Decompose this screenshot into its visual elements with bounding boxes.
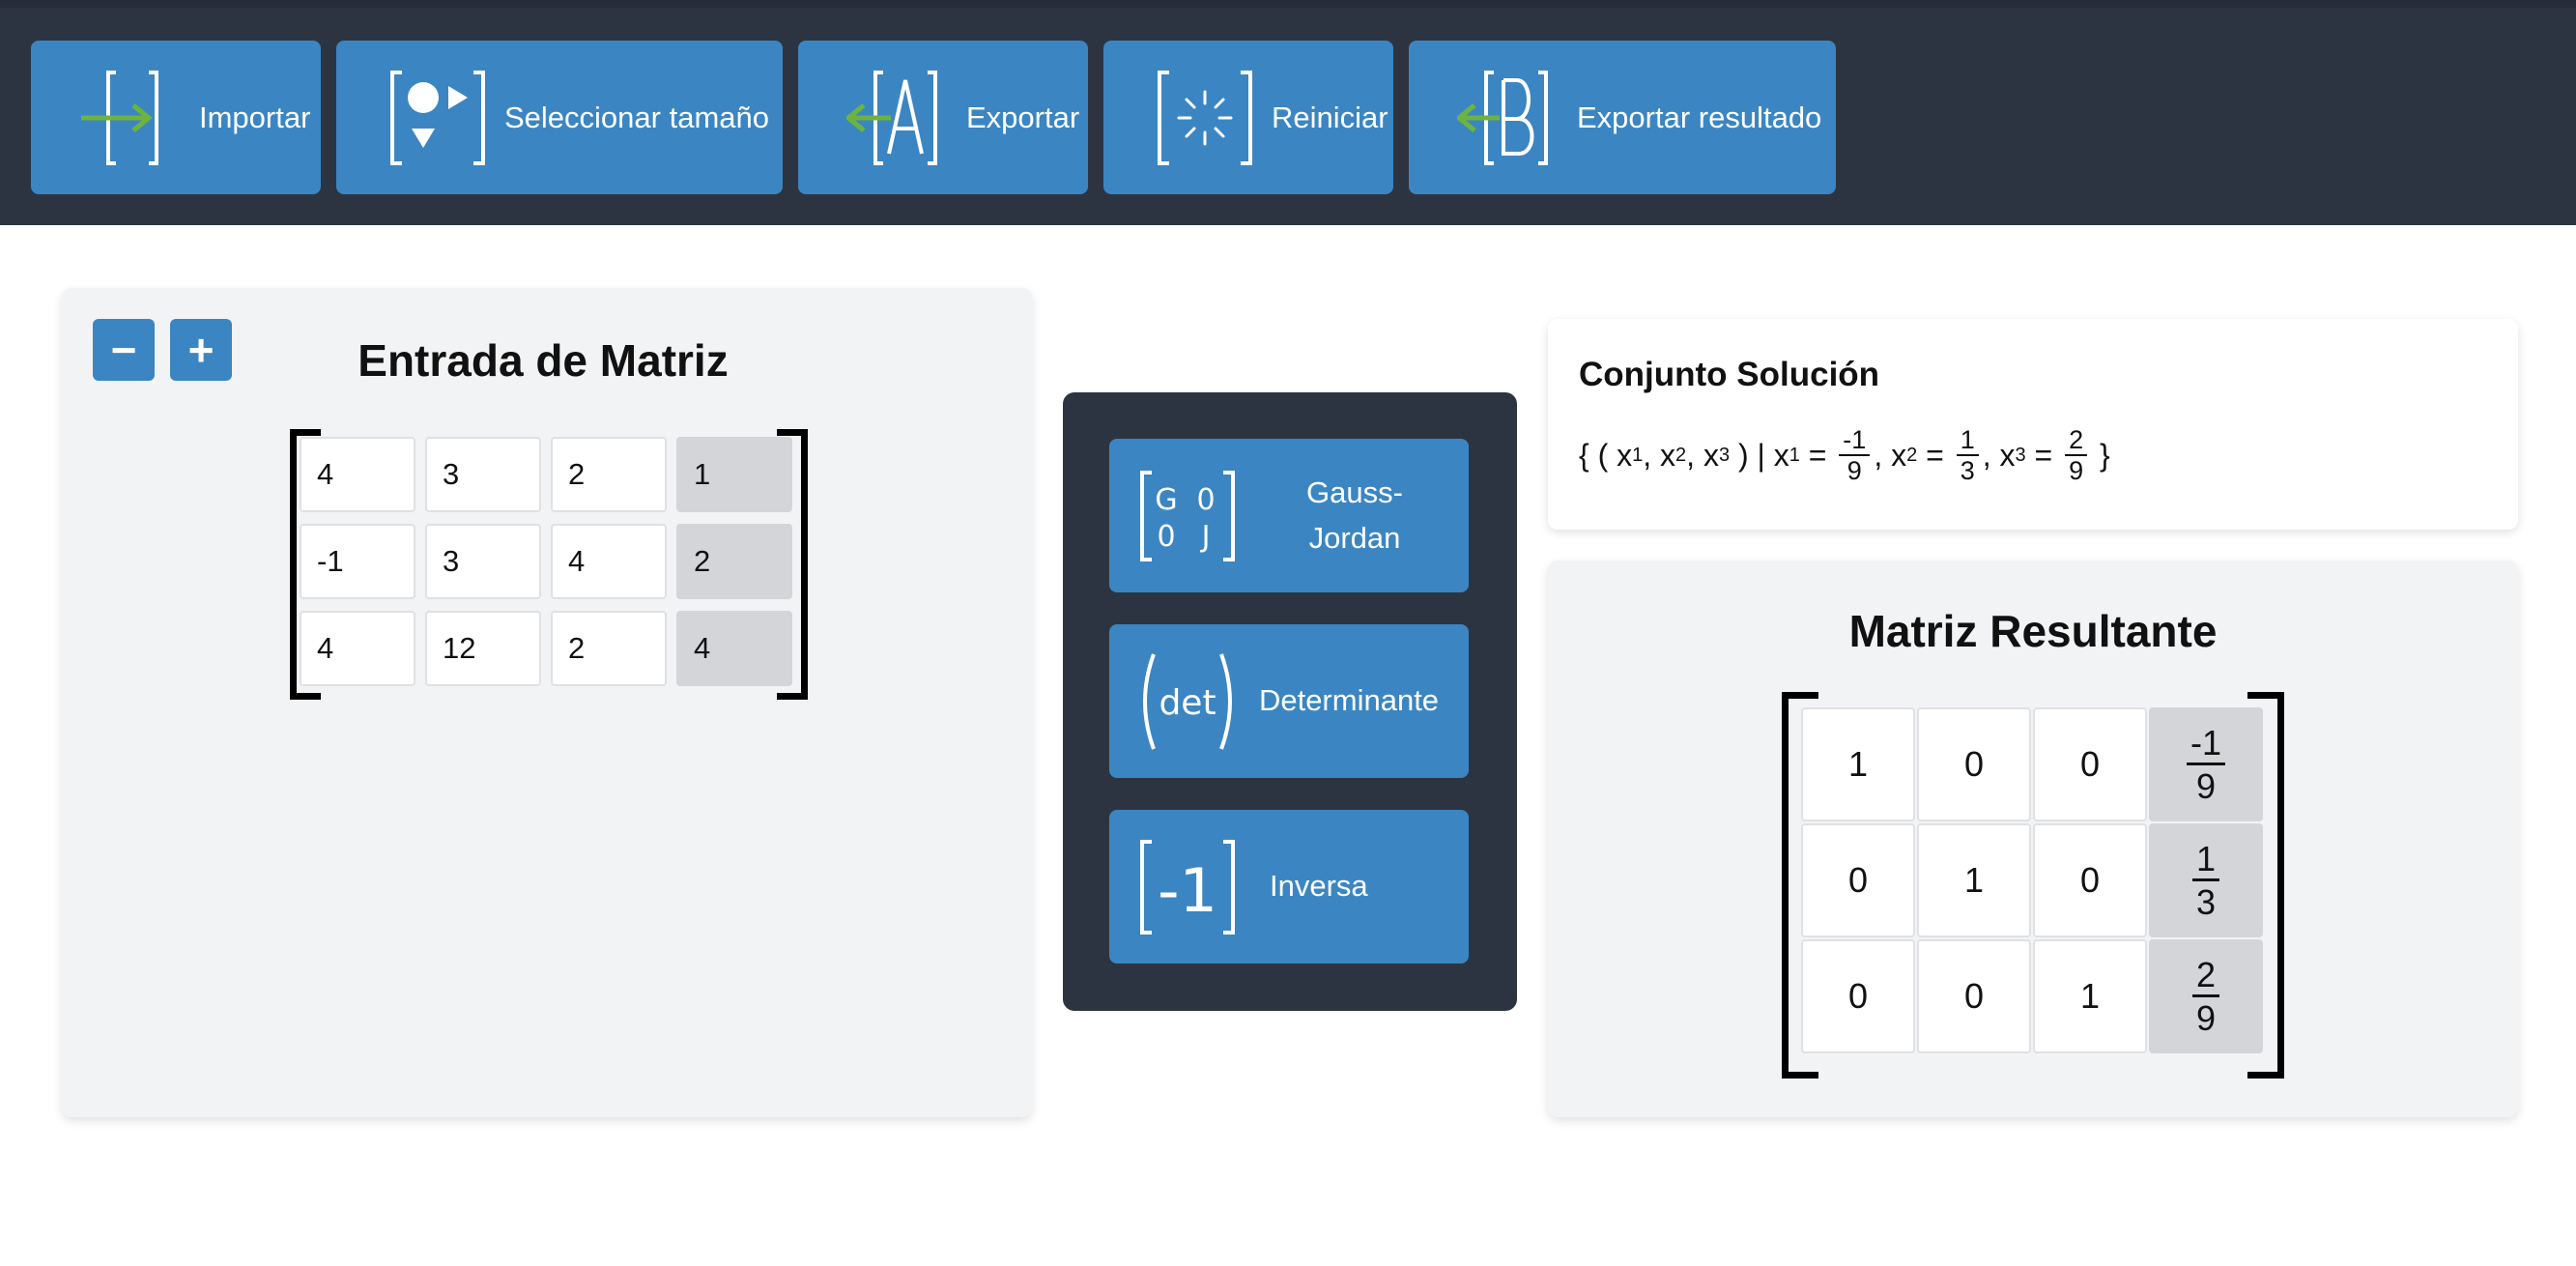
result-panel-title: Matriz Resultante: [1848, 606, 2218, 656]
import-icon: [79, 65, 186, 171]
select-size-button[interactable]: Seleccionar tamaño: [336, 41, 783, 194]
export-button[interactable]: Exportar: [798, 41, 1088, 194]
result-cell: 0: [1917, 939, 2031, 1053]
inverse-label: Inversa: [1270, 869, 1368, 904]
matrix-input-cell[interactable]: 3: [425, 524, 541, 599]
select-size-label: Seleccionar tamaño: [504, 100, 769, 134]
matrix-input-cell[interactable]: 3: [425, 437, 541, 512]
result-cell: 1: [2033, 939, 2147, 1053]
result-cell: 1: [1917, 823, 2031, 937]
augmented-input-cell[interactable]: 1: [676, 437, 792, 512]
svg-text:0: 0: [1157, 520, 1175, 554]
matrix-input-cell[interactable]: 2: [551, 611, 667, 686]
inverse-button[interactable]: -1 Inversa: [1109, 810, 1469, 964]
determinant-label: Determinante: [1258, 683, 1440, 718]
export-result-button[interactable]: Exportar resultado: [1409, 41, 1836, 194]
augmented-input-cell[interactable]: 4: [676, 611, 792, 686]
solution-set: { ( x1, x2, x3 ) | x1 = -1 9, x2 = 13, x3…: [1579, 425, 2110, 485]
x3-value: 29: [2065, 427, 2088, 484]
matrix-input-panel: − + Entrada de Matriz 4 3 2 1 -1 3 4 2 4…: [62, 288, 1032, 1117]
input-panel-title: Entrada de Matriz: [358, 335, 729, 386]
augmented-result-cell: 13: [2149, 823, 2263, 937]
result-cell: 0: [1801, 939, 1915, 1053]
result-matrix: 1 0 0 -1 9 0 1 0 13 0 0 1 29: [1782, 692, 2284, 1079]
gauss-jordan-icon: G00J: [1134, 463, 1241, 569]
reset-button[interactable]: Reiniciar: [1103, 41, 1393, 194]
solution-title: Conjunto Solución: [1579, 356, 1880, 393]
operations-panel: G00J Gauss-Jordan det Determinante -1 In…: [1063, 392, 1517, 1011]
result-cell: 0: [2033, 823, 2147, 937]
svg-text:G: G: [1155, 483, 1177, 517]
svg-text:0: 0: [1196, 483, 1215, 517]
result-matrix-panel: Matriz Resultante 1 0 0 -1 9 0 1 0 13 0 0…: [1548, 561, 2518, 1117]
matrix-input-cell[interactable]: 12: [425, 611, 541, 686]
x1-value: -1 9: [1839, 427, 1871, 484]
export-b-icon: [1457, 65, 1563, 171]
matrix-input-cell[interactable]: 4: [551, 524, 667, 599]
result-cell: 1: [1801, 707, 1915, 821]
import-label: Importar: [199, 100, 311, 134]
export-result-label: Exportar resultado: [1577, 100, 1822, 134]
reset-label: Reiniciar: [1272, 100, 1388, 134]
gauss-jordan-button[interactable]: G00J Gauss-Jordan: [1109, 439, 1469, 592]
input-matrix: 4 3 2 1 -1 3 4 2 4 12 2 4: [290, 429, 808, 700]
determinant-button[interactable]: det Determinante: [1109, 624, 1469, 778]
matrix-input-cell[interactable]: 2: [551, 437, 667, 512]
matrix-input-cell[interactable]: 4: [300, 611, 415, 686]
select-size-icon: [385, 65, 491, 171]
augmented-input-cell[interactable]: 2: [676, 524, 792, 599]
svg-text:-1: -1: [1158, 855, 1217, 926]
result-cell: 0: [1801, 823, 1915, 937]
gauss-jordan-label: Gauss-Jordan: [1306, 475, 1403, 555]
result-cell: 0: [1917, 707, 2031, 821]
matrix-input-cell[interactable]: -1: [300, 524, 415, 599]
reset-icon: [1152, 65, 1258, 171]
x2-value: 13: [1956, 427, 1979, 484]
toolbar: Importar Seleccionar tamaño Exportar Rei…: [0, 0, 2576, 225]
matrix-input-cell[interactable]: 4: [300, 437, 415, 512]
determinant-icon: det: [1134, 648, 1241, 755]
svg-text:det: det: [1159, 683, 1216, 723]
svg-text:J: J: [1200, 520, 1211, 554]
augmented-result-cell: -1 9: [2149, 707, 2263, 821]
export-a-icon: [846, 65, 953, 171]
result-cell: 0: [2033, 707, 2147, 821]
export-label: Exportar: [966, 100, 1080, 134]
augmented-result-cell: 29: [2149, 939, 2263, 1053]
solution-set-card: Conjunto Solución { ( x1, x2, x3 ) | x1 …: [1548, 319, 2518, 530]
import-button[interactable]: Importar: [31, 41, 321, 194]
inverse-icon: -1: [1134, 834, 1241, 940]
